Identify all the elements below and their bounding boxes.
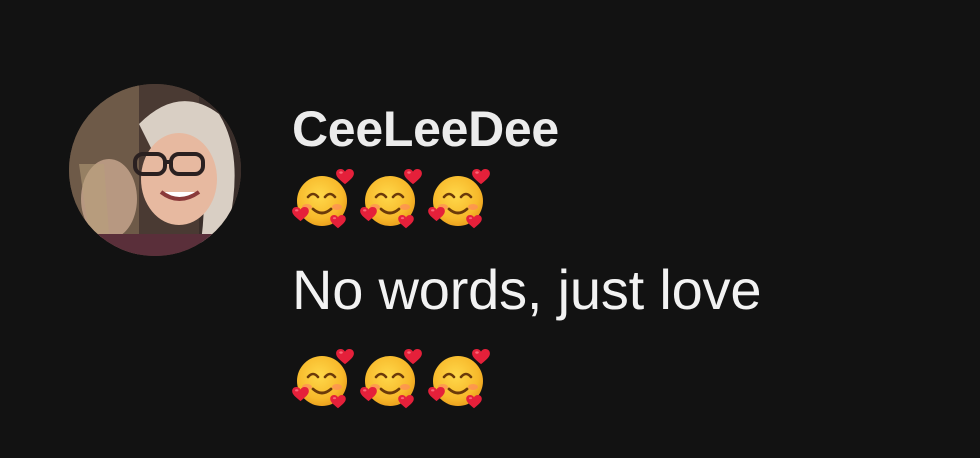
smiling-face-with-hearts-icon	[428, 167, 492, 231]
comment-username[interactable]: CeeLeeDee	[292, 96, 952, 162]
avatar[interactable]	[69, 84, 241, 256]
smiling-face-with-hearts-icon	[292, 347, 356, 411]
comment: CeeLeeDee No words, just love	[0, 0, 980, 458]
emoji-line-1	[292, 162, 952, 236]
emoji-line-2	[292, 342, 952, 416]
smiling-face-with-hearts-icon	[428, 347, 492, 411]
smiling-face-with-hearts-icon	[360, 167, 424, 231]
smiling-face-with-hearts-icon	[292, 167, 356, 231]
avatar-photo	[69, 84, 241, 256]
comment-body: CeeLeeDee No words, just love	[292, 96, 952, 416]
smiling-face-with-hearts-icon	[360, 347, 424, 411]
comment-text: No words, just love	[292, 258, 762, 321]
